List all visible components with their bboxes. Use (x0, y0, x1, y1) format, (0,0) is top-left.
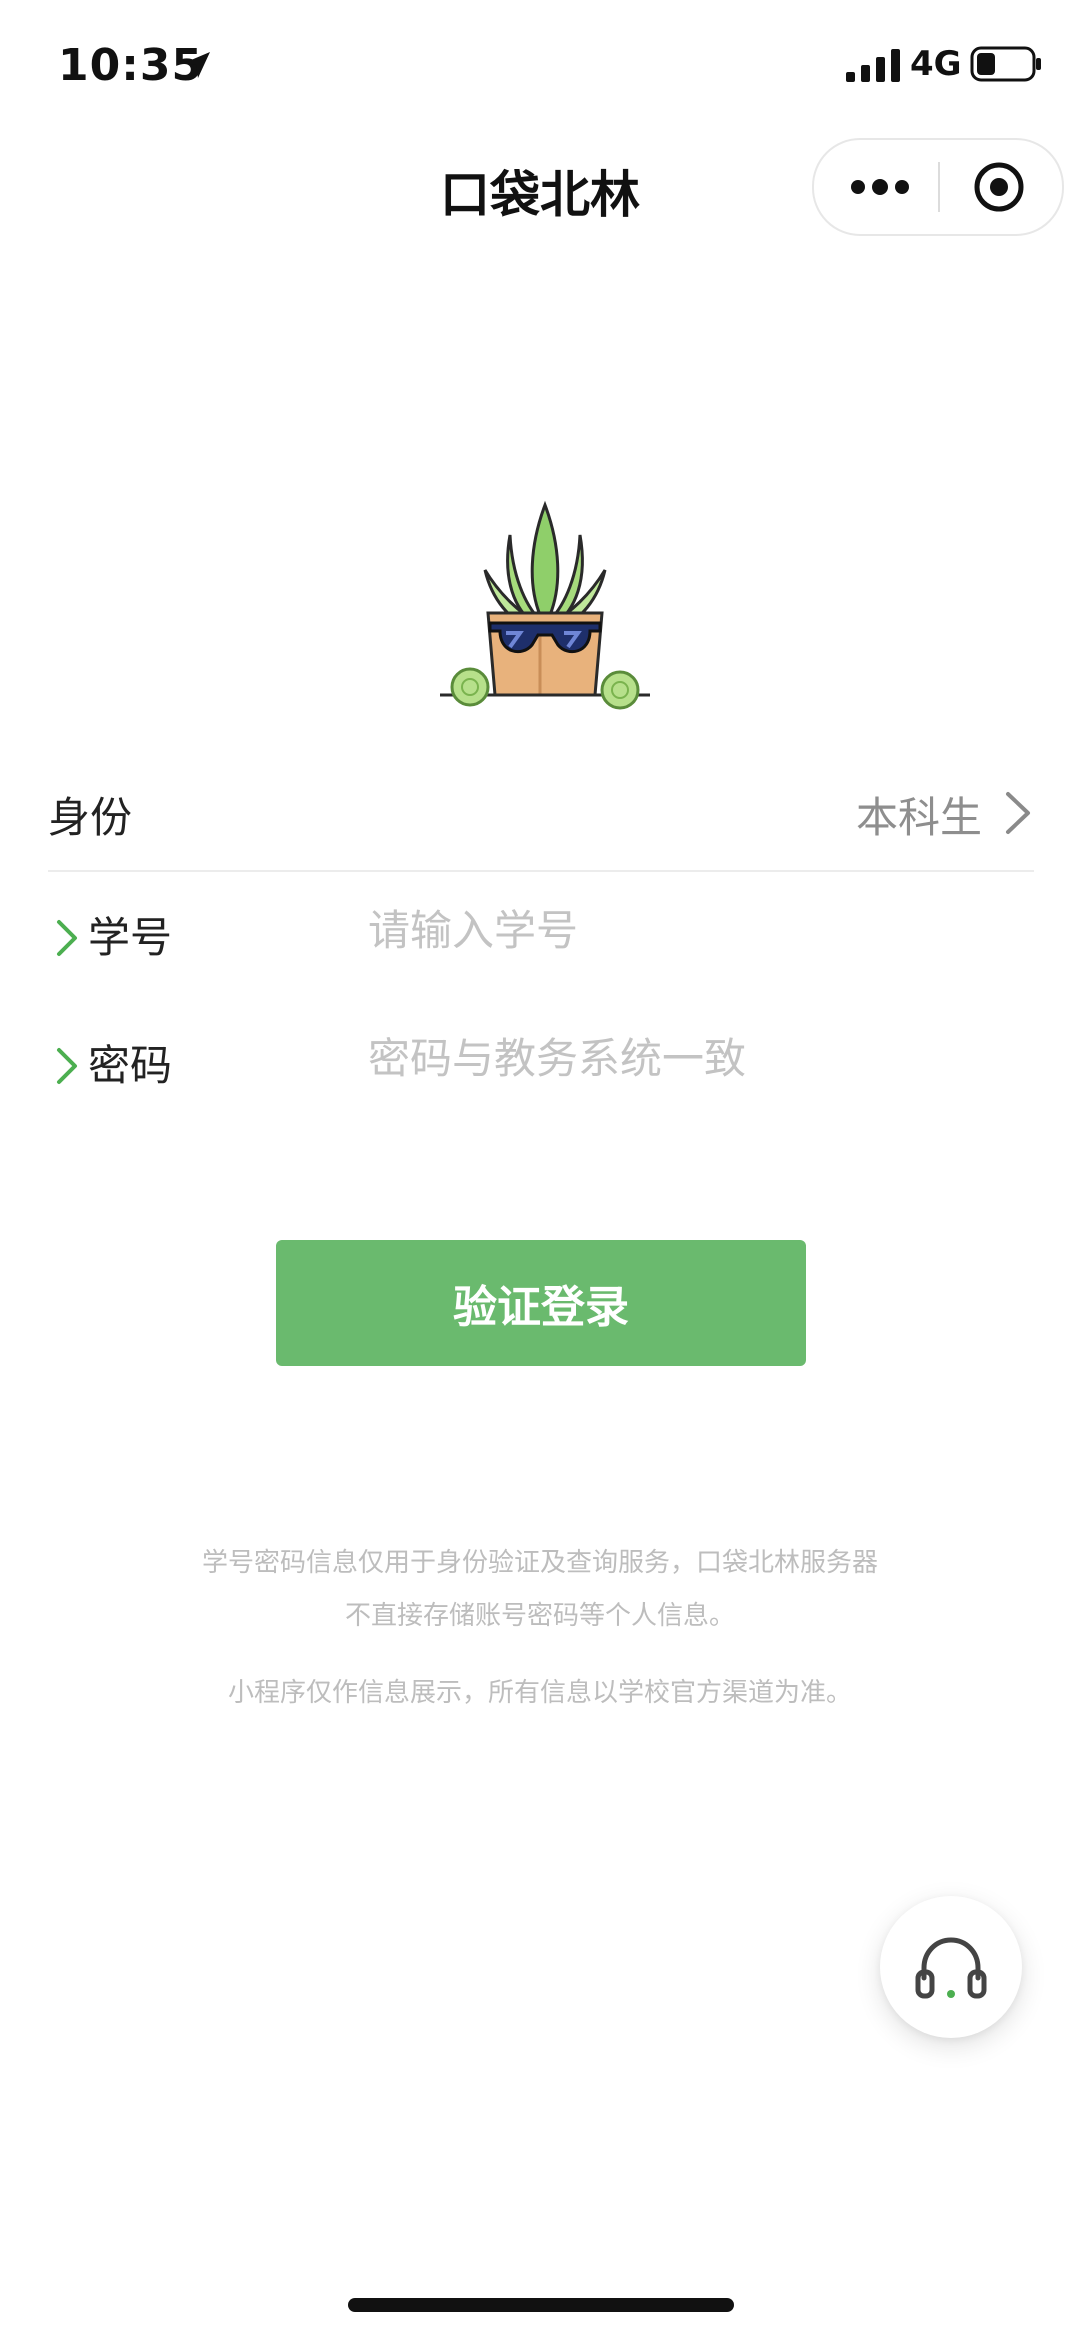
student-id-input[interactable] (368, 894, 1008, 966)
support-button[interactable] (880, 1896, 1022, 2038)
identity-value: 本科生 (855, 793, 982, 842)
app-logo-plant-icon (440, 500, 650, 710)
password-label: 密码 (88, 1041, 173, 1090)
chevron-right-icon (1006, 792, 1030, 834)
identity-label: 身份 (48, 793, 133, 842)
disclaimer-note: 小程序仅作信息展示，所有信息以学校官方渠道为准。 (227, 1678, 852, 1708)
student-id-row: 学号 (48, 880, 1034, 990)
capsule-divider (938, 162, 940, 212)
privacy-note-line1: 学号密码信息仅用于身份验证及查询服务，口袋北林服务器 (201, 1548, 878, 1578)
signal-icon (846, 49, 900, 82)
chevron-right-icon (57, 920, 77, 956)
identity-selector[interactable]: 身份 本科生 (48, 760, 1034, 872)
home-indicator (348, 2298, 734, 2312)
status-bar: 10:35 4G (0, 0, 1080, 130)
headset-icon (915, 1937, 987, 1999)
mini-program-capsule (812, 138, 1064, 236)
more-icon[interactable] (850, 176, 910, 198)
password-row: 密码 (48, 1008, 1034, 1118)
close-target-icon[interactable] (972, 160, 1026, 214)
chevron-right-icon (57, 1048, 77, 1084)
battery-icon (970, 46, 1041, 82)
location-arrow-icon (184, 52, 210, 78)
network-type: 4G (910, 44, 962, 84)
student-id-label: 学号 (88, 913, 173, 962)
login-button[interactable]: 验证登录 (276, 1240, 806, 1366)
privacy-note-line2: 不直接存储账号密码等个人信息。 (344, 1601, 735, 1631)
password-input[interactable] (368, 1022, 1008, 1094)
